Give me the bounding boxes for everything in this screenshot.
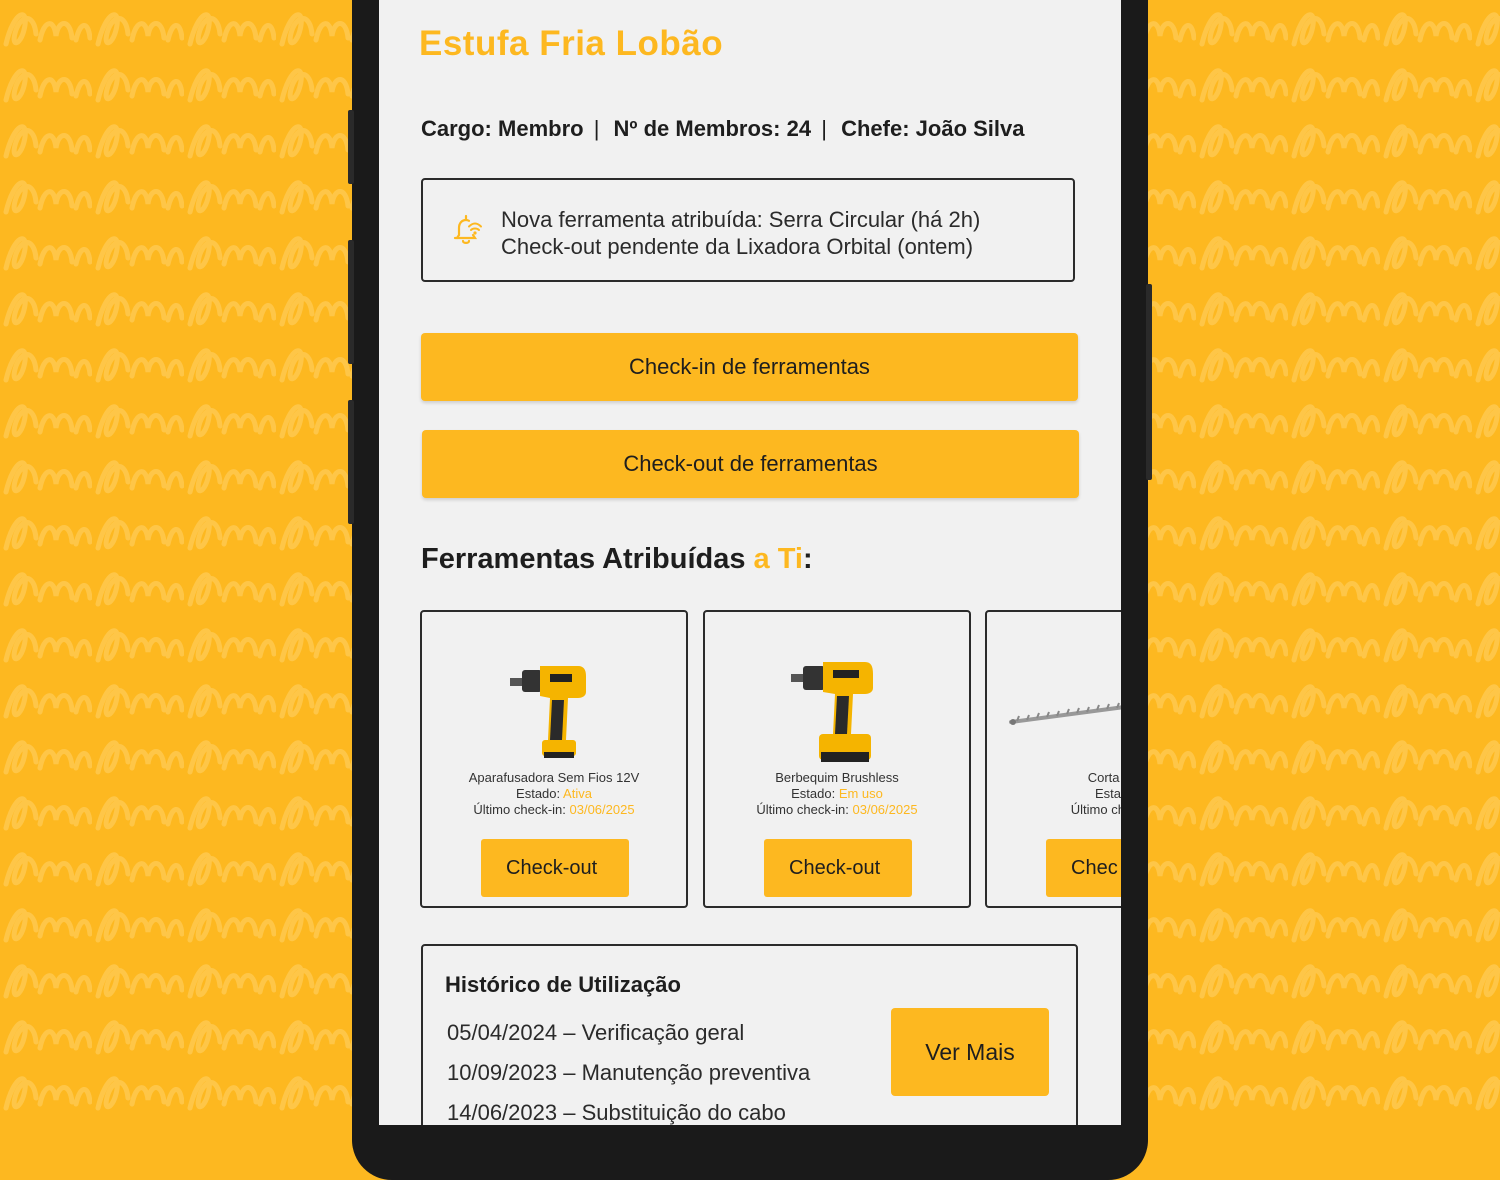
hammer-drill-icon (791, 662, 873, 762)
usage-history-panel: Histórico de Utilização 05/04/2024 – Ver… (421, 944, 1078, 1125)
assigned-title-main: Ferramentas Atribuídas (421, 543, 754, 575)
phone-screen: Estufa Fria Lobão Cargo: Membro | Nº de … (379, 0, 1121, 1125)
tool-state: Ativa (563, 786, 592, 801)
tool-name: Corta Seb (1087, 770, 1121, 785)
tool-info: Corta Seb Estado: Último check-in: (985, 770, 1121, 818)
tool-checkout-button[interactable]: Check-out (764, 839, 912, 897)
chief-label: Chefe: (841, 116, 910, 141)
checkin-button[interactable]: Check-in de ferramentas (421, 333, 1078, 401)
members-value: 24 (786, 116, 812, 141)
meta-separator: | (821, 116, 827, 141)
notifications-panel: Nova ferramenta atribuída: Serra Circula… (421, 178, 1075, 282)
history-title: Histórico de Utilização (445, 972, 681, 997)
tool-last-checkin-label: Último check-in: (756, 802, 849, 817)
tool-card[interactable]: Corta Seb Estado: Último check-in: Chec (985, 610, 1121, 908)
bell-wifi-icon (453, 214, 482, 244)
volume-up-button (348, 110, 354, 184)
notification-list: Nova ferramenta atribuída: Serra Circula… (501, 206, 980, 260)
history-item: 05/04/2024 – Verificação geral (447, 1020, 745, 1045)
members-label: Nº de Membros: (613, 116, 781, 141)
assigned-title-accent: a Ti (753, 543, 803, 575)
tool-checkout-button[interactable]: Check-out (481, 839, 629, 897)
screwdriver-drill-icon (510, 666, 586, 758)
tool-state: Em uso (838, 786, 883, 801)
tool-state-label: Estado: (516, 786, 561, 801)
tool-name: Aparafusadora Sem Fios 12V (468, 770, 640, 785)
tool-info: Aparafusadora Sem Fios 12V Estado: Ativa… (422, 770, 686, 818)
tool-card[interactable]: Berbequim Brushless Estado: Em uso Últim… (703, 610, 971, 908)
notification-item[interactable]: Check-out pendente da Lixadora Orbital (… (501, 233, 980, 260)
tool-last-checkin: 03/06/2025 (852, 802, 918, 817)
notification-item[interactable]: Nova ferramenta atribuída: Serra Circula… (501, 206, 980, 233)
volume-down-button (348, 240, 354, 364)
tool-checkout-button[interactable]: Chec (1046, 839, 1121, 897)
tool-card[interactable]: Aparafusadora Sem Fios 12V Estado: Ativa… (420, 610, 688, 908)
see-more-button[interactable]: Ver Mais (891, 1008, 1049, 1096)
role-label: Cargo: (421, 116, 492, 141)
tool-state-label: Estado: (1094, 786, 1121, 801)
history-item: 14/06/2023 – Substituição do cabo (447, 1100, 786, 1125)
tool-info: Berbequim Brushless Estado: Em uso Últim… (705, 770, 969, 818)
tool-last-checkin-label: Último check-in: (1070, 802, 1121, 817)
tool-name: Berbequim Brushless (775, 770, 899, 785)
hedge-trimmer-icon (1009, 702, 1121, 725)
page-title: Estufa Fria Lobão (419, 24, 724, 63)
tool-state-label: Estado: (791, 786, 836, 801)
side-key (348, 400, 354, 524)
history-item: 10/09/2023 – Manutenção preventiva (447, 1060, 811, 1085)
power-button (1146, 284, 1152, 480)
checkout-button[interactable]: Check-out de ferramentas (422, 430, 1079, 498)
group-meta: Cargo: Membro | Nº de Membros: 24 | Chef… (421, 116, 1025, 142)
assigned-tools-title: Ferramentas Atribuídas a Ti: (421, 543, 813, 576)
meta-separator: | (593, 116, 600, 141)
assigned-title-colon: : (802, 543, 813, 575)
role-value: Membro (498, 116, 584, 141)
chief-value: João Silva (915, 116, 1025, 141)
tool-last-checkin-label: Último check-in: (473, 802, 566, 817)
tool-last-checkin: 03/06/2025 (569, 802, 635, 817)
